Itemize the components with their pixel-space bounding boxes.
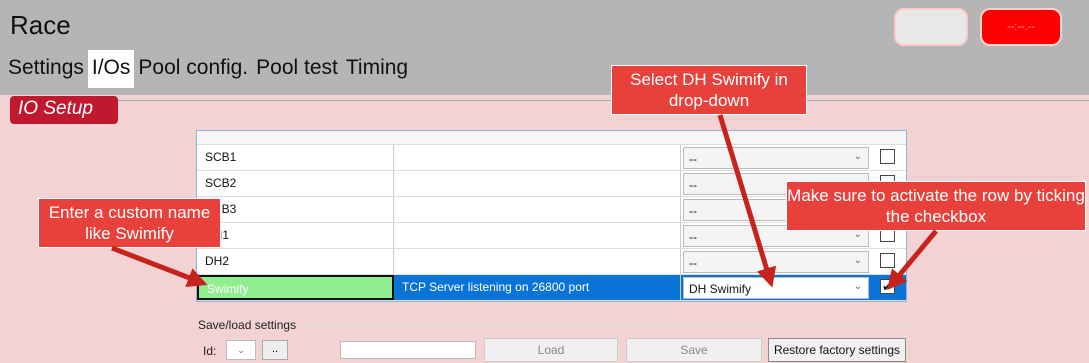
io-check-cell	[871, 249, 906, 274]
io-type-value: --	[689, 256, 697, 270]
io-status-cell	[394, 223, 681, 248]
page-title: Race	[10, 10, 71, 40]
restore-factory-button[interactable]: Restore factory settings	[768, 338, 906, 362]
io-name-cell[interactable]: SCB1	[197, 145, 394, 170]
table-row[interactable]: DH2 -- ⌄	[197, 249, 906, 275]
io-name-input[interactable]: Swimify	[197, 275, 394, 300]
chevron-down-icon: ⌄	[853, 281, 862, 292]
id-label: Id:	[203, 344, 217, 358]
tab-ios[interactable]: I/Os	[87, 50, 135, 88]
io-name-cell[interactable]: SCB2	[197, 171, 394, 196]
chevron-down-icon: ⌄	[853, 255, 862, 266]
row-checkbox-checked[interactable]: ✔	[880, 279, 895, 294]
io-type-value: --	[689, 230, 697, 244]
table-row[interactable]: SCB1 -- ⌄	[197, 145, 906, 171]
chevron-down-icon: ⌄	[237, 345, 245, 355]
section-divider	[118, 100, 1089, 101]
io-name-cell[interactable]: DH2	[197, 249, 394, 274]
save-load-legend: Save/load settings	[195, 318, 300, 332]
section-title: IO Setup	[10, 96, 118, 124]
io-type-value: --	[689, 178, 697, 192]
io-type-select[interactable]: DH Swimify ⌄	[683, 277, 869, 299]
id-browse-button[interactable]: ..	[262, 340, 288, 360]
row-checkbox[interactable]	[880, 253, 895, 268]
io-type-cell: -- ⌄	[681, 249, 871, 274]
header-button-blank[interactable]	[894, 8, 968, 46]
header-clock-button[interactable]: --:--.--	[980, 8, 1062, 46]
io-check-cell	[871, 145, 906, 170]
tab-pool-test[interactable]: Pool test	[252, 50, 342, 88]
io-name-cell[interactable]: SCB3	[197, 197, 394, 222]
io-status-cell	[394, 171, 681, 196]
io-status-cell	[394, 249, 681, 274]
io-type-select[interactable]: -- ⌄	[683, 251, 869, 273]
table-row-selected[interactable]: Swimify TCP Server listening on 26800 po…	[197, 275, 906, 301]
callout-activate-row: Make sure to activate the row by ticking…	[786, 181, 1086, 231]
io-check-cell: ✔	[871, 275, 906, 300]
arrow-to-name-cell	[111, 245, 208, 288]
tab-bar: Settings I/Os Pool config. Pool test Tim…	[4, 50, 412, 88]
tab-pool-config[interactable]: Pool config.	[134, 50, 252, 88]
load-button[interactable]: Load	[484, 338, 618, 362]
io-status-cell: TCP Server listening on 26800 port	[394, 275, 681, 300]
id-select[interactable]: ⌄	[226, 340, 256, 360]
tab-settings[interactable]: Settings	[4, 50, 88, 88]
table-header	[197, 131, 906, 145]
chevron-down-icon: ⌄	[853, 151, 862, 162]
io-type-cell: -- ⌄	[681, 145, 871, 170]
io-type-value: --	[689, 204, 697, 218]
io-status-cell	[394, 197, 681, 222]
io-type-value: --	[689, 152, 697, 166]
io-status-cell	[394, 145, 681, 170]
callout-custom-name: Enter a custom name like Swimify	[38, 198, 221, 248]
io-type-value: DH Swimify	[689, 282, 751, 296]
io-type-cell: DH Swimify ⌄	[681, 275, 871, 300]
row-checkbox[interactable]	[880, 149, 895, 164]
tab-timing[interactable]: Timing	[342, 50, 412, 88]
save-button[interactable]: Save	[626, 338, 762, 362]
io-type-select[interactable]: -- ⌄	[683, 147, 869, 169]
settings-name-input[interactable]	[340, 341, 476, 359]
io-name-cell[interactable]: DH1	[197, 223, 394, 248]
callout-select-dropdown: Select DH Swimify in drop-down	[611, 65, 807, 115]
